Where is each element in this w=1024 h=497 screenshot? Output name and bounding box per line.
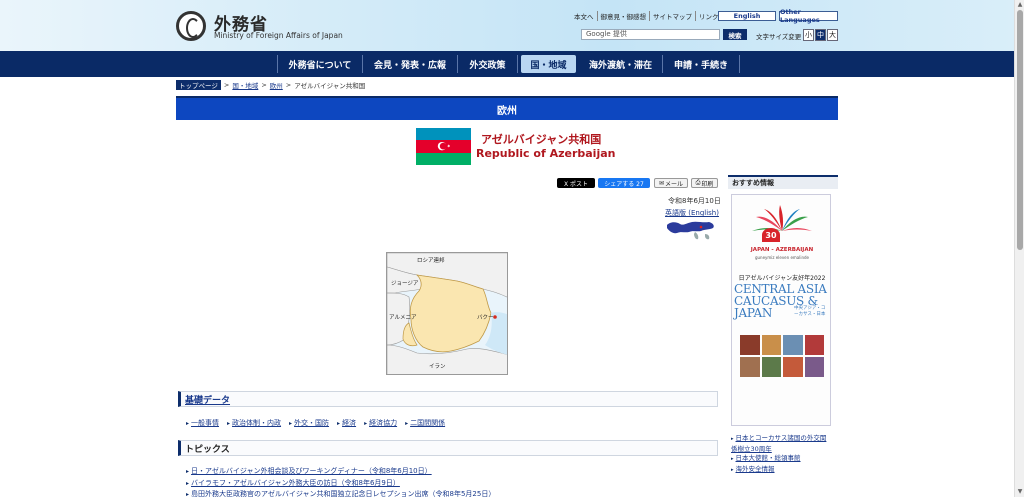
banner-year: 日アゼルバイジャン友好年2022 — [738, 275, 826, 282]
font-size-label: 文字サイズ変更 — [756, 33, 802, 41]
utility-link-skip[interactable]: 本文へ — [571, 11, 598, 21]
map-label-russia: ロシア連邦 — [417, 256, 445, 264]
mail-icon: ✉ — [658, 179, 664, 187]
mail-label: メール — [665, 180, 684, 188]
japan-azerbaijan-30-banner[interactable]: 30 JAPAN - AZERBAIJAN guneymiz eleven em… — [731, 194, 831, 426]
print-button[interactable]: ⎙ 印刷 — [691, 178, 718, 188]
link-economy[interactable]: 経済 — [337, 418, 356, 428]
scroll-down-icon[interactable]: ▼ — [1016, 488, 1024, 496]
map-label-baku: バクー — [477, 314, 494, 321]
banner-photos — [740, 335, 824, 377]
world-map-icon[interactable] — [665, 218, 717, 242]
link-general[interactable]: 一般事情 — [186, 418, 219, 428]
link-cooperation[interactable]: 経済協力 — [364, 418, 397, 428]
nav-procedures[interactable]: 申請・手続き — [663, 55, 740, 73]
scroll-thumb[interactable] — [1017, 10, 1023, 250]
global-nav: 外務省について 会見・発表・広報 外交政策 国・地域 海外渡航・滞在 申請・手続… — [0, 51, 1014, 77]
breadcrumb: トップページ > 国・地域 > 欧州 > アゼルバイジャン共和国 — [176, 80, 365, 90]
facebook-share-button[interactable]: シェアする 27 — [598, 178, 650, 188]
utility-link-feedback[interactable]: 御意見・御感想 — [598, 11, 650, 21]
nav-policy[interactable]: 外交政策 — [458, 55, 518, 73]
breadcrumb-sep: > — [223, 81, 230, 89]
country-name-jp: アゼルバイジャン共和国 — [481, 133, 602, 146]
country-name-en: Republic of Azerbaijan — [476, 147, 616, 160]
nav-press[interactable]: 会見・発表・広報 — [363, 55, 458, 73]
sidebar-link-30th[interactable]: 日本とコーカサス諸国の外交関係樹立30周年 — [731, 434, 831, 454]
font-size-medium-button[interactable]: 中 — [815, 29, 826, 41]
sunburst-logo-icon — [752, 205, 812, 231]
map-label-iran: イラン — [429, 363, 446, 370]
nav-countries[interactable]: 国・地域 — [521, 55, 576, 73]
country-map: ロシア連邦 ジョージア アルメニア イラン バクー — [386, 252, 508, 375]
banner-30: 30 — [762, 228, 780, 242]
search-button[interactable]: 検索 — [723, 29, 747, 40]
breadcrumb-sep: > — [285, 81, 292, 89]
breadcrumb-countries[interactable]: 国・地域 — [232, 80, 258, 90]
azerbaijan-flag-icon — [416, 128, 471, 165]
breadcrumb-current: アゼルバイジャン共和国 — [294, 82, 366, 90]
utility-links: 本文へ 御意見・御感想 サイトマップ リンク集 — [571, 11, 728, 21]
topic-item[interactable]: 日・アゼルバイジャン外相会談及びワーキングディナー（令和8年6月10日） — [186, 466, 495, 478]
recommended-heading: おすすめ情報 — [728, 175, 838, 189]
topic-item[interactable]: 島田外務大臣政務官のアゼルバイジャン共和国独立記念日レセプション出席（令和8年5… — [186, 489, 495, 497]
print-label: 印刷 — [701, 180, 714, 188]
nav-travel[interactable]: 海外渡航・滞在 — [579, 55, 663, 73]
mofa-logo-icon[interactable] — [176, 11, 206, 41]
link-politics[interactable]: 政治体制・内政 — [227, 418, 281, 428]
mail-button[interactable]: ✉ メール — [654, 178, 688, 188]
link-bilateral[interactable]: 二国間関係 — [405, 418, 445, 428]
breadcrumb-home[interactable]: トップページ — [176, 80, 221, 90]
central-asia-title-jp: 中央アジア・コーカサス・日本 — [794, 306, 826, 317]
link-diplomacy[interactable]: 外交・国防 — [289, 418, 329, 428]
english-button[interactable]: English — [718, 11, 776, 21]
search-input[interactable]: Google 提供 — [581, 29, 720, 40]
nav-about[interactable]: 外務省について — [277, 55, 363, 73]
breadcrumb-europe[interactable]: 欧州 — [270, 80, 283, 90]
map-label-georgia: ジョージア — [391, 280, 419, 287]
font-size-small-button[interactable]: 小 — [803, 29, 814, 41]
sidebar-links: 日本とコーカサス諸国の外交関係樹立30周年 日本大使館・総領事館 海外安全情報 — [731, 434, 831, 475]
utility-link-sitemap[interactable]: サイトマップ — [650, 11, 696, 21]
x-post-button[interactable]: X ポスト — [557, 178, 595, 188]
scroll-up-icon[interactable]: ▲ — [1016, 1, 1024, 9]
topic-item[interactable]: バイラモフ・アゼルバイジャン外務大臣の訪日（令和8年6月9日） — [186, 478, 495, 490]
logo-title-en[interactable]: Ministry of Foreign Affairs of Japan — [214, 31, 343, 40]
print-icon: ⎙ — [695, 179, 701, 186]
font-size-large-button[interactable]: 大 — [827, 29, 838, 41]
site-header: 外務省 Ministry of Foreign Affairs of Japan… — [0, 0, 1014, 51]
banner-title: JAPAN - AZERBAIJAN — [750, 247, 814, 253]
basic-data-heading[interactable]: 基礎データ — [178, 391, 718, 407]
breadcrumb-sep: > — [261, 81, 267, 89]
topics-list: 日・アゼルバイジャン外相会談及びワーキングディナー（令和8年6月10日） バイラ… — [186, 466, 495, 497]
page-scrollbar[interactable]: ▲ ▼ — [1014, 0, 1024, 497]
topics-heading: トピックス — [178, 440, 718, 456]
publish-date: 令和8年6月10日 — [668, 197, 721, 205]
other-languages-button[interactable]: Other Languages — [779, 8, 838, 24]
sidebar-link-safety[interactable]: 海外安全情報 — [731, 465, 831, 476]
basic-data-links: 一般事情 政治体制・内政 外交・国防 経済 経済協力 二国間関係 — [186, 418, 445, 428]
banner-subtitle: guneymiz eleven emalinde — [754, 255, 810, 260]
map-label-armenia: アルメニア — [389, 314, 417, 321]
english-version-link[interactable]: 英語版 (English) — [665, 208, 719, 218]
region-title: 欧州 — [176, 96, 838, 120]
sidebar-link-embassy[interactable]: 日本大使館・総領事館 — [731, 454, 831, 465]
